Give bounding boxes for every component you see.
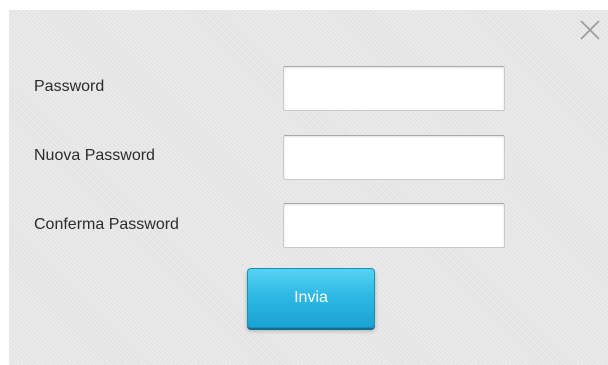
- submit-button[interactable]: Invia: [247, 268, 375, 328]
- confirm-password-field[interactable]: [283, 203, 505, 248]
- new-password-label: Nuova Password: [34, 147, 155, 164]
- close-icon: [580, 20, 600, 40]
- password-field[interactable]: [283, 66, 505, 111]
- close-button[interactable]: [578, 18, 602, 42]
- new-password-field[interactable]: [283, 135, 505, 180]
- change-password-dialog: Password Nuova Password Conferma Passwor…: [9, 10, 608, 365]
- password-label: Password: [34, 78, 105, 95]
- confirm-password-label: Conferma Password: [34, 216, 179, 233]
